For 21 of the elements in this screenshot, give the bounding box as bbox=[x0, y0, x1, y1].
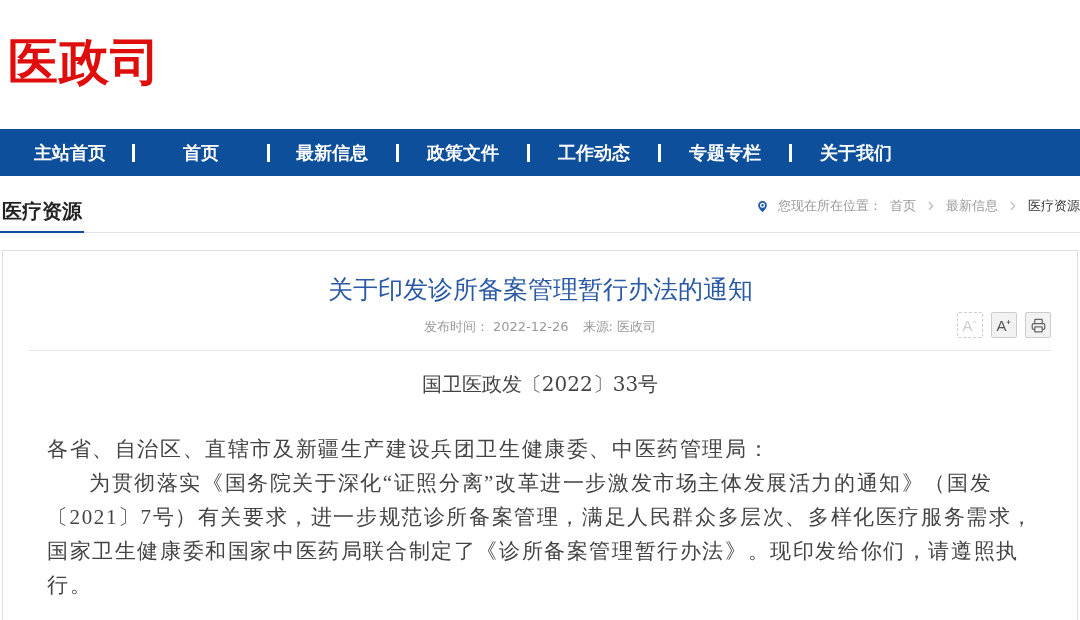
nav-link[interactable]: 最新信息 bbox=[292, 140, 372, 165]
salutation-text: 各省、自治区、直辖市及新疆生产建设兵团卫生健康委、中医药管理局： bbox=[46, 436, 772, 463]
location-pin-icon bbox=[755, 198, 770, 214]
body-paragraph: 为贯彻落实《国务院关于深化“证照分离”改革进一步激发市场主体发展活力的通知》（国发〔2021〕7号）有关要求，进一步规范诊所备案管理，满足人民群众多层次、多样化医疗服务需求，国家卫生健康委和国家中医药局联合制定了《诊所备案管理暂行办法》。现印发给你们，请遵照执行。 bbox=[46, 470, 1036, 599]
section-title: 医疗资源 bbox=[0, 184, 84, 233]
article-title: 关于印发诊所备案管理暂行办法的通知 bbox=[326, 274, 754, 306]
breadcrumb-link[interactable]: 医疗资源 bbox=[1028, 197, 1080, 215]
font-size-button[interactable]: A⁺ bbox=[991, 312, 1017, 338]
article-meta: 发布时间： 2022-12-26 bbox=[423, 318, 569, 336]
article-meta: 来源: 医政司 bbox=[582, 318, 657, 336]
nav-link[interactable]: 专题专栏 bbox=[685, 140, 765, 165]
site-logo: 医政司 bbox=[8, 32, 161, 93]
breadcrumb-prefix: 您现在所在位置： bbox=[778, 197, 882, 215]
printer-icon bbox=[1030, 317, 1046, 333]
print-button[interactable] bbox=[1025, 312, 1051, 338]
document-number: 国卫医政发〔2022〕33号 bbox=[420, 371, 660, 398]
nav-link[interactable]: 关于我们 bbox=[816, 140, 896, 165]
nav-link[interactable]: 首页 bbox=[179, 140, 223, 165]
nav-link[interactable]: 工作动态 bbox=[554, 140, 634, 165]
nav-link[interactable]: 政策文件 bbox=[423, 140, 503, 165]
nav-link[interactable]: 主站首页 bbox=[30, 140, 110, 165]
